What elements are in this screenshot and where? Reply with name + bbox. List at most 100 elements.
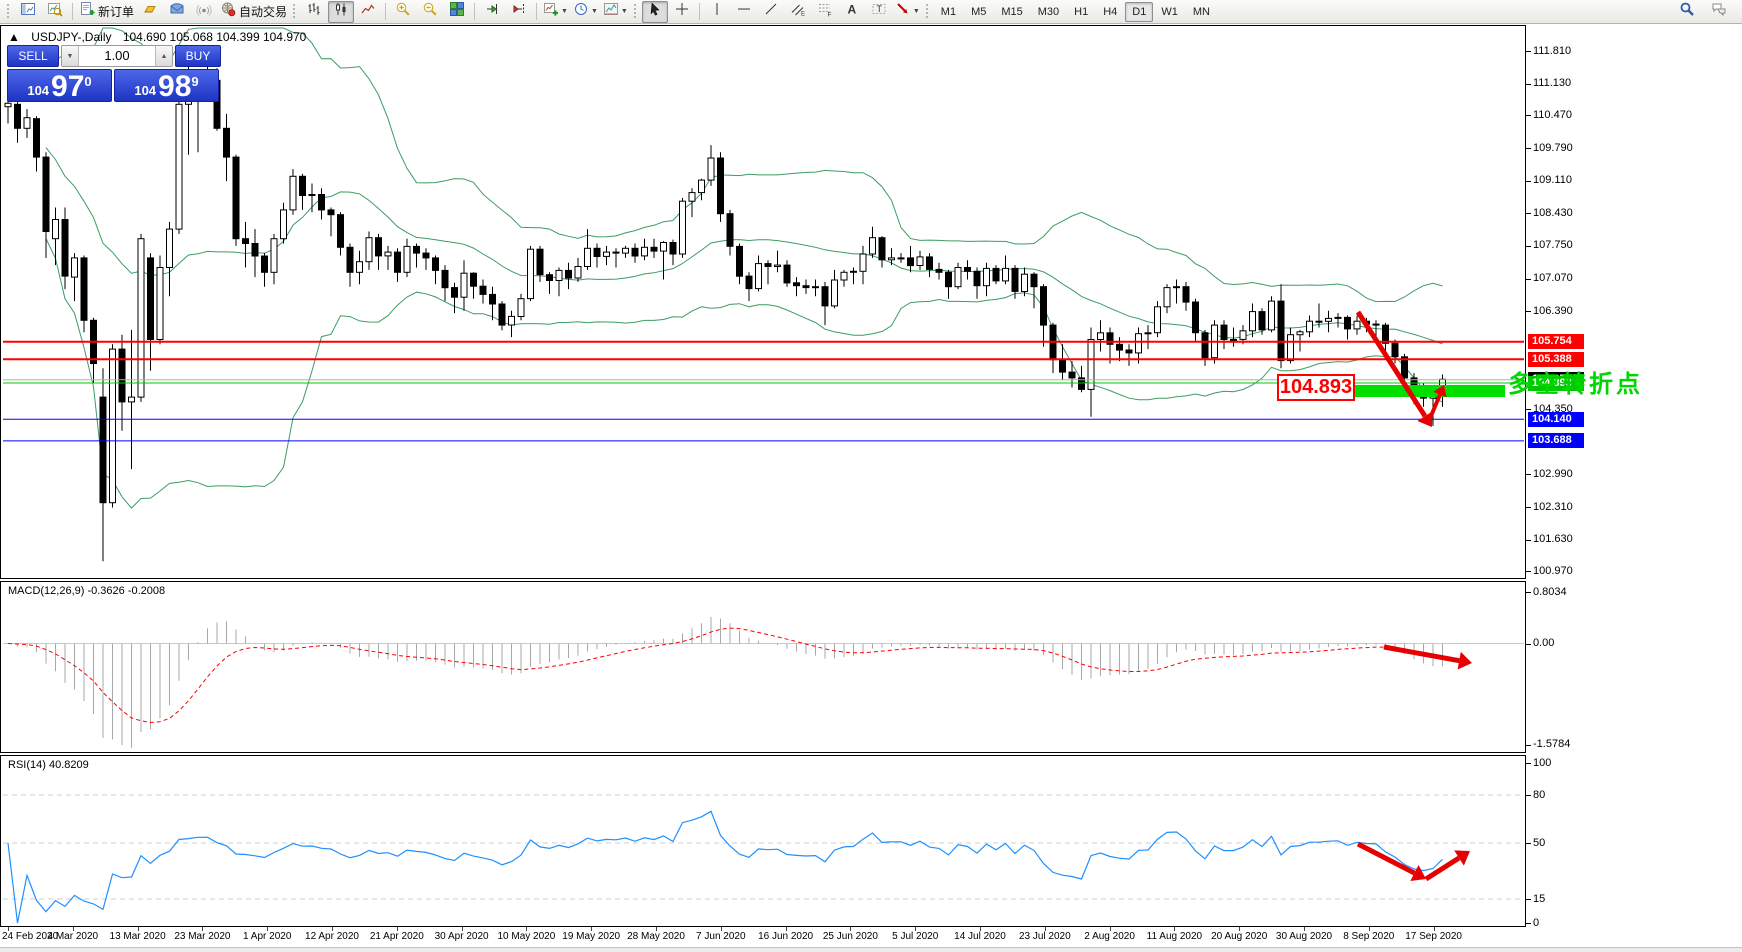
search-button[interactable] bbox=[1674, 1, 1700, 23]
date-label: 19 May 2020 bbox=[562, 931, 620, 942]
date-label: 10 May 2020 bbox=[497, 931, 555, 942]
pivot-annotation-text[interactable]: 多空转折点 bbox=[1508, 364, 1643, 399]
templates-button[interactable]: ▼ bbox=[601, 1, 630, 23]
arrows-button[interactable]: ▼ bbox=[893, 1, 922, 23]
cursor-icon bbox=[647, 1, 663, 22]
trendline-button[interactable] bbox=[758, 1, 784, 23]
volume-increase-button[interactable]: ▲ bbox=[155, 46, 172, 66]
toolbar-separator bbox=[474, 3, 475, 20]
svg-text:A: A bbox=[847, 3, 856, 17]
price-tick-mark bbox=[1526, 181, 1531, 182]
tf-button-m15[interactable]: M15 bbox=[994, 2, 1029, 22]
price-tick-label: 111.810 bbox=[1533, 45, 1571, 57]
toolbar-grip bbox=[292, 3, 296, 20]
candlestick-chart-button[interactable] bbox=[328, 1, 354, 23]
text-label-button[interactable]: T bbox=[866, 1, 892, 23]
tf-button-m30[interactable]: M30 bbox=[1031, 2, 1066, 22]
text-button[interactable]: A bbox=[839, 1, 865, 23]
volume-decrease-button[interactable]: ▼ bbox=[62, 46, 79, 66]
price-tick-label: 109.790 bbox=[1533, 142, 1573, 154]
chart-window-button[interactable] bbox=[15, 1, 41, 23]
price-tick-mark bbox=[1526, 540, 1531, 541]
autotrade-button[interactable]: 自动交易 bbox=[218, 1, 289, 23]
macd-indicator-label: MACD(12,26,9) -0.3626 -0.2008 bbox=[8, 585, 165, 597]
rsi-panel[interactable] bbox=[0, 755, 1526, 927]
fibonacci-button[interactable]: F bbox=[812, 1, 838, 23]
rsi-tick-label: 80 bbox=[1533, 789, 1545, 801]
vertical-line-button[interactable] bbox=[704, 1, 730, 23]
collapse-icon[interactable]: ▲ bbox=[8, 30, 20, 44]
chat-button[interactable] bbox=[1706, 1, 1732, 23]
rsi-indicator-label: RSI(14) 40.8209 bbox=[8, 759, 89, 771]
main-chart-panel[interactable] bbox=[0, 25, 1526, 579]
ohlc-values: 104.690 105.068 104.399 104.970 bbox=[123, 30, 307, 44]
dropdown-caret-icon[interactable]: ▼ bbox=[913, 8, 920, 15]
macd-tick-mark bbox=[1526, 644, 1531, 645]
tf-button-mn[interactable]: MN bbox=[1186, 2, 1217, 22]
price-tick-label: 100.970 bbox=[1533, 565, 1573, 577]
crosshair-button[interactable] bbox=[669, 1, 695, 23]
toolbar-grip bbox=[925, 3, 929, 20]
date-label: 5 Jul 2020 bbox=[892, 931, 938, 942]
news-button[interactable] bbox=[191, 1, 217, 23]
indicators-button[interactable]: ▼ bbox=[541, 1, 570, 23]
channel-button[interactable]: E bbox=[785, 1, 811, 23]
price-tick-mark bbox=[1526, 213, 1531, 214]
volume-value[interactable]: 1.00 bbox=[79, 46, 155, 66]
price-tick-mark bbox=[1526, 84, 1531, 85]
trendline-icon bbox=[763, 1, 779, 22]
cursor-button[interactable] bbox=[642, 1, 668, 23]
dropdown-caret-icon[interactable]: ▼ bbox=[561, 8, 568, 15]
periods-button[interactable]: ▼ bbox=[571, 1, 600, 23]
tf-button-m5[interactable]: M5 bbox=[964, 2, 993, 22]
vertical-line-icon bbox=[709, 1, 725, 22]
tf-button-d1[interactable]: D1 bbox=[1125, 2, 1153, 22]
svg-text:F: F bbox=[827, 12, 831, 18]
svg-text:E: E bbox=[801, 12, 805, 18]
price-tick-label: 101.630 bbox=[1533, 533, 1573, 545]
auto-scroll-button[interactable] bbox=[479, 1, 505, 23]
mailbox-button[interactable] bbox=[164, 1, 190, 23]
profile-search-icon bbox=[47, 1, 63, 22]
buy-price-display[interactable]: 104 98 9 bbox=[114, 69, 219, 102]
date-label: 25 Jun 2020 bbox=[823, 931, 878, 942]
templates-icon bbox=[603, 1, 619, 22]
text-icon: A bbox=[844, 1, 860, 22]
chart-title: ▲ USDJPY-,Daily 104.690 105.068 104.399 … bbox=[8, 30, 306, 44]
line-chart-button[interactable] bbox=[355, 1, 381, 23]
date-label: 23 Mar 2020 bbox=[174, 931, 230, 942]
chart-shift-button[interactable] bbox=[506, 1, 532, 23]
macd-panel[interactable] bbox=[0, 581, 1526, 753]
tf-button-m1[interactable]: M1 bbox=[934, 2, 963, 22]
text-label-icon: T bbox=[871, 1, 887, 22]
tf-button-w1[interactable]: W1 bbox=[1154, 2, 1185, 22]
buy-price-sup: 9 bbox=[191, 75, 198, 88]
dropdown-caret-icon[interactable]: ▼ bbox=[591, 8, 598, 15]
price-annotation-box[interactable]: 104.893 bbox=[1277, 374, 1355, 401]
autotrade-label: 自动交易 bbox=[239, 3, 287, 20]
gold-button[interactable] bbox=[137, 1, 163, 23]
tile-windows-button[interactable] bbox=[444, 1, 470, 23]
bar-chart-button[interactable] bbox=[301, 1, 327, 23]
price-tick-label: 102.990 bbox=[1533, 468, 1573, 480]
toolbar-separator bbox=[536, 3, 537, 20]
profile-search-button[interactable] bbox=[42, 1, 68, 23]
tf-button-h1[interactable]: H1 bbox=[1067, 2, 1095, 22]
new-order-button[interactable]: 新订单 bbox=[77, 1, 136, 23]
zoom-in-button[interactable] bbox=[390, 1, 416, 23]
dropdown-caret-icon[interactable]: ▼ bbox=[621, 8, 628, 15]
date-label: 2 Aug 2020 bbox=[1084, 931, 1135, 942]
price-tick-mark bbox=[1526, 115, 1531, 116]
autotrade-icon bbox=[220, 1, 236, 22]
sell-price-sup: 0 bbox=[84, 75, 91, 88]
indicators-icon bbox=[543, 1, 559, 22]
price-tick-mark bbox=[1526, 507, 1531, 508]
price-tick-label: 107.070 bbox=[1533, 272, 1573, 284]
buy-button[interactable]: BUY bbox=[175, 45, 221, 67]
sell-button[interactable]: SELL bbox=[7, 45, 59, 67]
zoom-out-button[interactable] bbox=[417, 1, 443, 23]
tf-button-h4[interactable]: H4 bbox=[1096, 2, 1124, 22]
sell-price-display[interactable]: 104 97 0 bbox=[7, 69, 112, 102]
price-tick-mark bbox=[1526, 51, 1531, 52]
horizontal-line-button[interactable] bbox=[731, 1, 757, 23]
